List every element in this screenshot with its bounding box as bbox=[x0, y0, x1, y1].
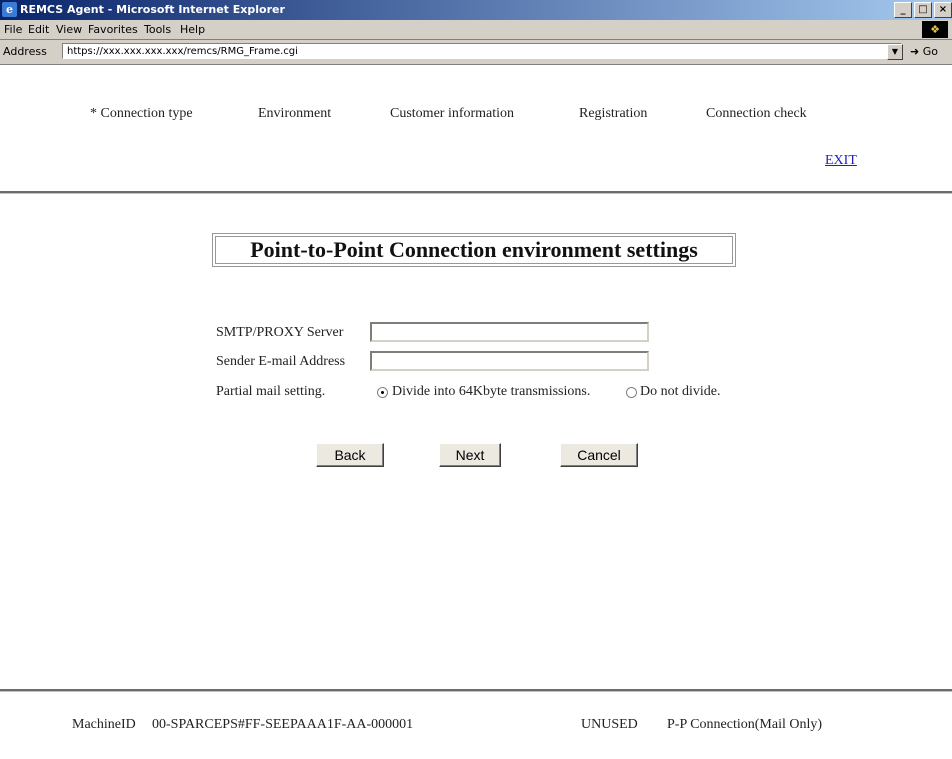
exit-link[interactable]: EXIT bbox=[825, 153, 857, 169]
connection-type-text: P-P Connection(Mail Only) bbox=[667, 717, 823, 732]
do-not-divide-option-label: Do not divide. bbox=[640, 384, 721, 399]
menu-file[interactable]: File bbox=[4, 23, 22, 36]
do-not-divide-radio[interactable] bbox=[626, 387, 637, 398]
step-registration: Registration bbox=[579, 106, 648, 121]
back-button[interactable]: Back bbox=[316, 443, 384, 467]
page-title: Point-to-Point Connection environment se… bbox=[212, 233, 736, 267]
sender-email-input[interactable] bbox=[370, 351, 649, 371]
menu-edit[interactable]: Edit bbox=[28, 23, 49, 36]
menu-view[interactable]: View bbox=[56, 23, 82, 36]
menu-tools[interactable]: Tools bbox=[144, 23, 171, 36]
window-title: REMCS Agent - Microsoft Internet Explore… bbox=[20, 3, 285, 16]
status-frame: MachineID 00-SPARCEPS#FF-SEEPAAA1F-AA-00… bbox=[0, 689, 952, 759]
step-connection-type: * Connection type bbox=[90, 106, 193, 121]
machine-id-label: MachineID bbox=[72, 717, 136, 732]
close-button[interactable]: × bbox=[934, 2, 952, 18]
address-input[interactable]: https://xxx.xxx.xxx.xxx/remcs/RMG_Frame.… bbox=[62, 43, 902, 59]
menu-bar: File Edit View Favorites Tools Help ❖ bbox=[0, 20, 952, 40]
partial-mail-setting-label: Partial mail setting. bbox=[216, 384, 326, 399]
window-controls: _ □ × bbox=[894, 2, 952, 18]
address-dropdown-icon[interactable]: ▼ bbox=[887, 44, 903, 60]
step-customer-information: Customer information bbox=[390, 106, 515, 121]
address-bar: Address https://xxx.xxx.xxx.xxx/remcs/RM… bbox=[0, 40, 952, 65]
maximize-button[interactable]: □ bbox=[914, 2, 932, 18]
menu-help[interactable]: Help bbox=[180, 23, 205, 36]
windows-logo-icon: ❖ bbox=[922, 21, 948, 38]
minimize-button[interactable]: _ bbox=[894, 2, 912, 18]
go-arrow-icon: ➜ bbox=[910, 45, 920, 58]
status-text: UNUSED bbox=[581, 717, 638, 732]
divide-radio[interactable] bbox=[377, 387, 388, 398]
menu-favorites[interactable]: Favorites bbox=[88, 23, 138, 36]
go-button[interactable]: ➜ Go bbox=[910, 45, 938, 58]
cancel-button[interactable]: Cancel bbox=[560, 443, 638, 467]
step-connection-check: Connection check bbox=[706, 106, 807, 121]
step-environment: Environment bbox=[258, 106, 332, 121]
machine-id-value: 00-SPARCEPS#FF-SEEPAAA1F-AA-000001 bbox=[152, 717, 414, 732]
go-label: Go bbox=[922, 45, 938, 58]
internet-explorer-icon: e bbox=[2, 2, 17, 17]
next-button[interactable]: Next bbox=[439, 443, 501, 467]
divide-option-label: Divide into 64Kbyte transmissions. bbox=[392, 384, 591, 399]
sender-email-label: Sender E-mail Address bbox=[216, 354, 346, 369]
address-label: Address bbox=[3, 45, 47, 58]
smtp-proxy-server-input[interactable] bbox=[370, 322, 649, 342]
title-bar: e REMCS Agent - Microsoft Internet Explo… bbox=[0, 0, 952, 20]
smtp-proxy-server-label: SMTP/PROXY Server bbox=[216, 325, 344, 340]
step-navigation-frame: * Connection type Environment Customer i… bbox=[0, 65, 952, 194]
main-form-frame: Point-to-Point Connection environment se… bbox=[0, 195, 952, 689]
